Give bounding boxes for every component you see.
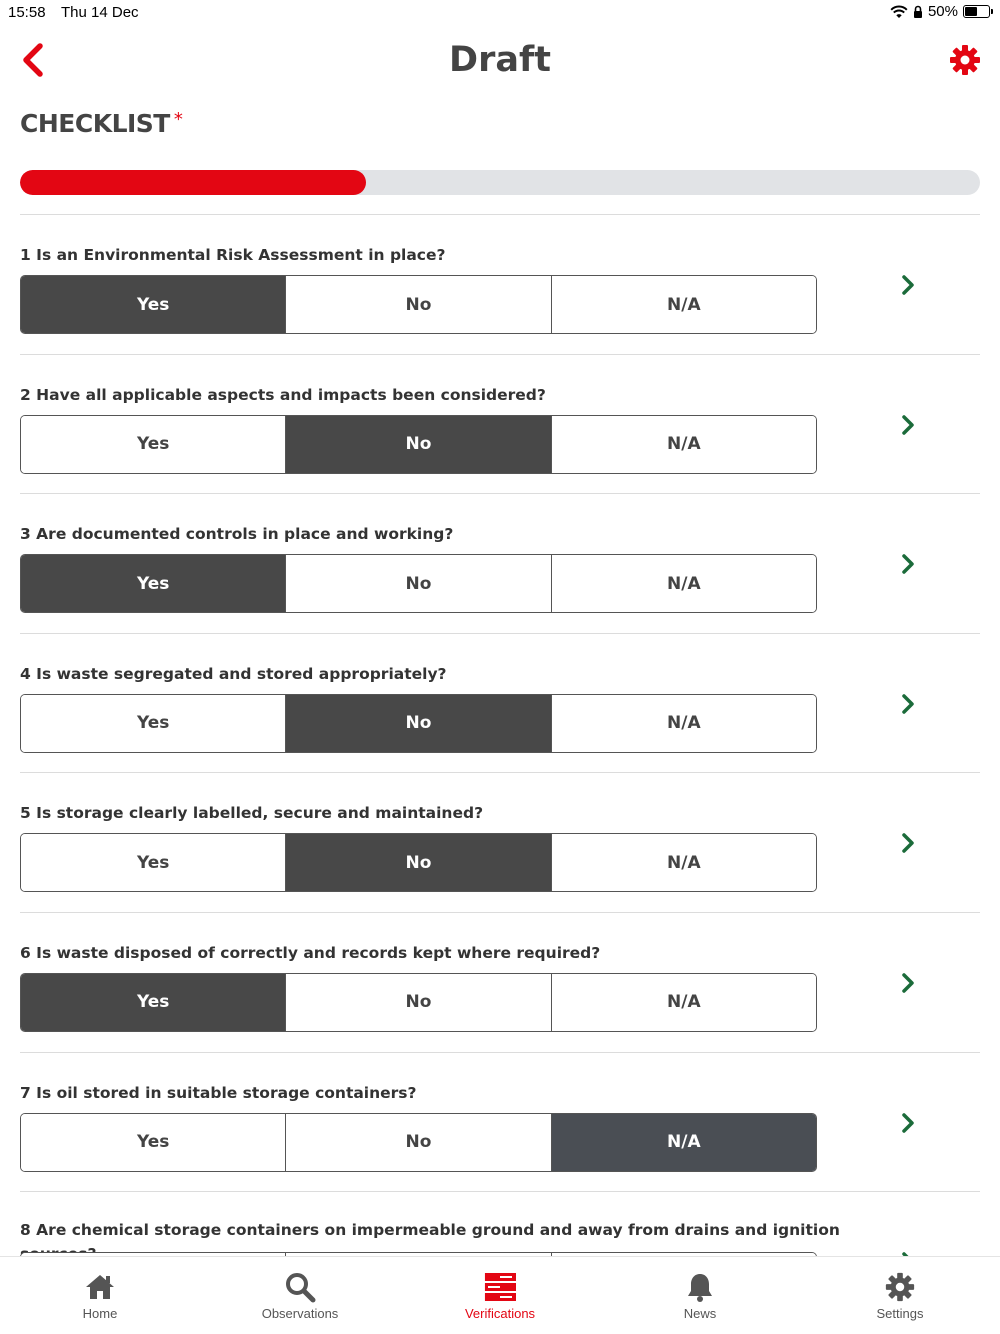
tab-label: Verifications <box>464 1306 536 1321</box>
wifi-icon <box>890 5 908 18</box>
battery-level <box>965 7 977 16</box>
status-time: 15:58 <box>8 4 46 21</box>
answer-option-no[interactable]: No <box>286 973 552 1031</box>
answer-option-na[interactable]: N/A <box>551 973 816 1031</box>
checklist-question: 5 Is storage clearly labelled, secure an… <box>20 773 980 913</box>
tab-settings[interactable]: Settings <box>800 1257 1000 1334</box>
home-icon <box>86 1275 114 1299</box>
answer-segmented-control[interactable]: YesNoN/A <box>20 275 817 334</box>
gear-icon <box>950 45 980 75</box>
question-list[interactable]: 1 Is an Environmental Risk Assessment in… <box>0 215 1000 1256</box>
tab-label: Settings <box>876 1306 924 1321</box>
answer-segmented-control[interactable]: YesNoN/A <box>20 972 817 1032</box>
checklist-question: 3 Are documented controls in place and w… <box>20 494 980 634</box>
checklist-question: 4 Is waste segregated and stored appropr… <box>20 634 980 774</box>
chevron-right-icon[interactable] <box>898 831 918 855</box>
answer-segmented-control[interactable]: YesNoN/A <box>20 414 817 474</box>
chevron-right-icon[interactable] <box>898 692 918 716</box>
section-title-text: CHECKLIST <box>20 109 170 138</box>
question-text: 5 Is storage clearly labelled, secure an… <box>20 804 484 823</box>
answer-option-no[interactable]: No <box>286 555 552 613</box>
checklist-question: 2 Have all applicable aspects and impact… <box>20 355 980 495</box>
gear-icon <box>885 1272 915 1302</box>
checklist-question: 6 Is waste disposed of correctly and rec… <box>20 913 980 1053</box>
answer-option-no[interactable]: No <box>286 694 552 752</box>
status-date: Thu 14 Dec <box>61 4 139 21</box>
question-text: 1 Is an Environmental Risk Assessment in… <box>20 246 446 264</box>
answer-option-na[interactable]: N/A <box>551 276 816 333</box>
answer-option-no[interactable]: No <box>286 415 552 473</box>
tab-verifications[interactable]: Verifications <box>400 1257 600 1334</box>
checklist-question: 1 Is an Environmental Risk Assessment in… <box>20 215 980 355</box>
answer-option-na[interactable]: N/A <box>551 1113 816 1171</box>
battery-percent: 50% <box>927 3 958 20</box>
answer-option-no[interactable]: No <box>286 834 552 892</box>
question-text: 6 Is waste disposed of correctly and rec… <box>20 943 601 962</box>
answer-option-na[interactable]: N/A <box>551 694 816 752</box>
tab-observations[interactable]: Observations <box>200 1257 400 1334</box>
answer-option-yes[interactable]: Yes <box>21 834 287 892</box>
status-bar: 15:58 Thu 14 Dec 50% <box>0 0 1000 26</box>
section-title: CHECKLIST * <box>20 109 183 138</box>
answer-option-no[interactable]: No <box>286 1113 552 1171</box>
chevron-right-icon[interactable] <box>898 273 918 297</box>
answer-segmented-control[interactable]: YesNoN/A <box>20 1112 817 1172</box>
lock-rotation-icon <box>913 5 922 18</box>
battery-icon <box>963 5 993 18</box>
question-text: 8 Are chemical storage containers on imp… <box>20 1221 840 1256</box>
question-text: 7 Is oil stored in suitable storage cont… <box>20 1083 417 1102</box>
answer-option-na[interactable]: N/A <box>551 555 816 613</box>
progress-fill <box>20 170 366 195</box>
tab-news[interactable]: News <box>600 1257 800 1334</box>
answer-option-yes[interactable]: Yes <box>21 415 287 473</box>
answer-option-yes[interactable]: Yes <box>21 694 287 752</box>
answer-segmented-control[interactable]: YesNoN/A <box>20 554 817 614</box>
verifications-icon <box>484 1273 516 1301</box>
tab-home[interactable]: Home <box>0 1257 200 1334</box>
answer-option-no[interactable]: No <box>286 276 552 333</box>
nav-header: Draft <box>0 30 1000 92</box>
required-mark: * <box>173 109 183 130</box>
answer-option-yes[interactable]: Yes <box>21 1113 287 1171</box>
answer-option-yes[interactable]: Yes <box>21 973 287 1031</box>
answer-option-yes[interactable]: Yes <box>21 276 287 333</box>
answer-segmented-control[interactable]: YesNoN/A <box>20 833 817 893</box>
question-text: 4 Is waste segregated and stored appropr… <box>20 664 447 683</box>
settings-button[interactable] <box>948 43 982 77</box>
checklist-question: 7 Is oil stored in suitable storage cont… <box>20 1053 980 1193</box>
search-icon <box>286 1273 316 1303</box>
page-title: Draft <box>449 40 551 80</box>
tab-label: Observations <box>261 1306 339 1321</box>
checklist-question: 8 Are chemical storage containers on imp… <box>20 1192 980 1256</box>
tab-label: News <box>683 1306 717 1321</box>
question-text: 3 Are documented controls in place and w… <box>20 525 454 544</box>
answer-segmented-control[interactable]: YesNoN/A <box>20 693 817 753</box>
answer-option-yes[interactable]: Yes <box>21 555 287 613</box>
chevron-right-icon[interactable] <box>898 552 918 576</box>
tab-label: Home <box>82 1306 118 1321</box>
tab-bar: Home Observations Verifications News Set… <box>0 1256 1000 1334</box>
chevron-right-icon[interactable] <box>898 413 918 437</box>
answer-option-na[interactable]: N/A <box>551 415 816 473</box>
question-text: 2 Have all applicable aspects and impact… <box>20 385 546 404</box>
status-indicators: 50% <box>890 3 993 20</box>
bell-icon <box>688 1274 712 1302</box>
checklist-progress-bar <box>20 170 980 195</box>
answer-option-na[interactable]: N/A <box>551 834 816 892</box>
chevron-right-icon[interactable] <box>898 1111 918 1135</box>
chevron-right-icon[interactable] <box>898 971 918 995</box>
